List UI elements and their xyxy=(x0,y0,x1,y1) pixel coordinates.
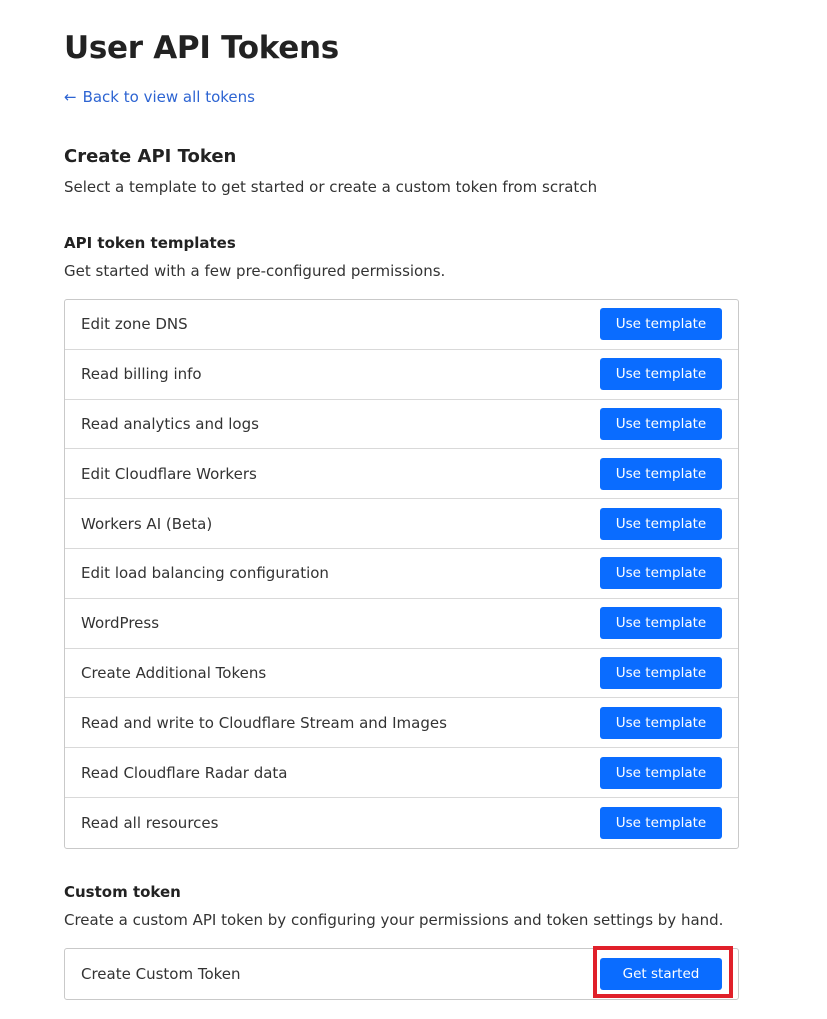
use-template-button[interactable]: Use template xyxy=(600,706,722,739)
create-token-title: Create API Token xyxy=(64,146,237,167)
template-label: Read analytics and logs xyxy=(81,414,259,433)
get-started-button[interactable]: Get started xyxy=(600,957,722,990)
template-label: Read Cloudflare Radar data xyxy=(81,763,288,782)
template-label: Create Additional Tokens xyxy=(81,663,267,682)
use-template-button[interactable]: Use template xyxy=(600,457,722,490)
arrow-left-icon: ← xyxy=(64,88,77,106)
template-row: WordPress Use template xyxy=(65,599,738,649)
template-row: Workers AI (Beta) Use template xyxy=(65,499,738,549)
template-label: Edit load balancing configuration xyxy=(81,564,329,583)
custom-token-label: Create Custom Token xyxy=(81,964,241,983)
create-token-description: Select a template to get started or crea… xyxy=(64,178,598,196)
use-template-button[interactable]: Use template xyxy=(600,507,722,540)
template-label: Edit Cloudflare Workers xyxy=(81,464,257,483)
template-row: Create Additional Tokens Use template xyxy=(65,649,738,699)
template-label: Read billing info xyxy=(81,365,202,384)
template-row: Read billing info Use template xyxy=(65,350,738,400)
use-template-button[interactable]: Use template xyxy=(600,407,722,440)
templates-title: API token templates xyxy=(64,234,236,252)
template-row: Edit zone DNS Use template xyxy=(65,300,738,350)
template-row: Read analytics and logs Use template xyxy=(65,400,738,450)
back-link-label: Back to view all tokens xyxy=(82,88,255,106)
back-to-tokens-link[interactable]: ← Back to view all tokens xyxy=(64,88,255,106)
template-label: Read and write to Cloudflare Stream and … xyxy=(81,713,447,732)
templates-description: Get started with a few pre-configured pe… xyxy=(64,262,446,280)
use-template-button[interactable]: Use template xyxy=(600,806,722,839)
page-title: User API Tokens xyxy=(64,30,339,66)
use-template-button[interactable]: Use template xyxy=(600,557,722,590)
template-label: Read all resources xyxy=(81,813,219,832)
custom-token-title: Custom token xyxy=(64,883,181,901)
template-row: Read Cloudflare Radar data Use template xyxy=(65,748,738,798)
template-row: Edit Cloudflare Workers Use template xyxy=(65,449,738,500)
use-template-button[interactable]: Use template xyxy=(600,308,722,341)
use-template-button[interactable]: Use template xyxy=(600,358,722,391)
custom-token-description: Create a custom API token by configuring… xyxy=(64,911,724,929)
custom-token-list: Create Custom Token Get started xyxy=(64,948,739,1000)
template-label: WordPress xyxy=(81,614,160,633)
template-row: Read and write to Cloudflare Stream and … xyxy=(65,698,738,749)
template-label: Workers AI (Beta) xyxy=(81,514,213,533)
template-row: Edit load balancing configuration Use tem… xyxy=(65,549,738,599)
template-label: Edit zone DNS xyxy=(81,315,188,334)
use-template-button[interactable]: Use template xyxy=(600,756,722,789)
template-row: Read all resources Use template xyxy=(65,798,738,848)
templates-list: Edit zone DNS Use template Read billing in… xyxy=(64,299,739,849)
use-template-button[interactable]: Use template xyxy=(600,607,722,640)
use-template-button[interactable]: Use template xyxy=(600,656,722,689)
custom-token-row: Create Custom Token Get started xyxy=(65,949,738,999)
